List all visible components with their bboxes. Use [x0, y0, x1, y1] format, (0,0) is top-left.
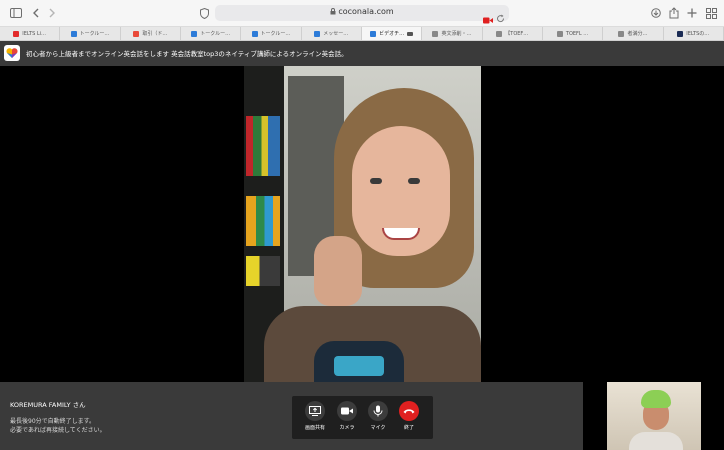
- mic-button[interactable]: マイク: [363, 401, 393, 431]
- screen-share-button[interactable]: 画面共有: [300, 401, 330, 431]
- self-video: [607, 382, 701, 450]
- book-row: [246, 256, 280, 286]
- person-eye: [370, 178, 382, 184]
- call-controls: 画面共有 カメラ マイク 終了: [292, 396, 433, 439]
- person-eye: [408, 178, 420, 184]
- book-row: [246, 196, 280, 246]
- coconala-favicon-icon: [370, 30, 377, 37]
- tab-label: トークルー…: [200, 31, 231, 37]
- screen-share-icon: [305, 401, 325, 421]
- person-smile: [382, 228, 420, 240]
- camera-label: カメラ: [339, 425, 355, 431]
- page-title: 初心者から上級者までオンライン英会話をします 英会話教室top3のネイティブ講師…: [26, 50, 348, 58]
- coconala-logo[interactable]: [4, 45, 20, 61]
- tab-english-correction[interactable]: 英文添削・…: [422, 27, 483, 40]
- thumbs-up-hand: [314, 236, 362, 306]
- call-info-bar: KOREMURA FAMILY さん 最長後90分で自動終了します。 必要であれ…: [0, 382, 583, 450]
- generic-favicon-icon: [496, 30, 503, 37]
- microphone-icon: [368, 401, 388, 421]
- browser-toolbar: coconala.com: [0, 0, 724, 27]
- book-row: [246, 116, 280, 176]
- tab-talkroom-1[interactable]: トークルー…: [60, 27, 121, 40]
- coconala-favicon-icon: [314, 30, 321, 37]
- reconnect-notice: 必要であれば再接続してください。: [10, 427, 106, 434]
- generic-favicon-icon: [677, 30, 684, 37]
- new-tab-icon[interactable]: [686, 4, 698, 22]
- tab-transaction[interactable]: 取引（ド…: [121, 27, 181, 40]
- reload-icon[interactable]: [496, 8, 505, 27]
- generic-favicon-icon: [556, 30, 563, 37]
- lock-icon: [330, 8, 336, 15]
- tab-label: IELTSの…: [686, 31, 710, 37]
- tab-label: ビデオチ…: [379, 31, 405, 37]
- camera-icon: [337, 401, 357, 421]
- privacy-shield-icon[interactable]: [197, 4, 211, 22]
- download-icon[interactable]: [650, 4, 662, 22]
- tab-talkroom-3[interactable]: トークルー…: [241, 27, 302, 40]
- tab-toefl-1[interactable]: 【TOEF…: [483, 27, 543, 40]
- coconala-favicon-icon: [70, 30, 77, 37]
- generic-favicon-icon: [618, 30, 625, 37]
- tshirt-print: [334, 356, 384, 376]
- camera-tab-icon: [407, 31, 414, 36]
- tab-overview-icon[interactable]: [704, 4, 718, 22]
- tab-label: メッセー…: [323, 31, 349, 37]
- tab-label: トークルー…: [260, 31, 291, 37]
- camera-recording-icon[interactable]: [483, 9, 493, 28]
- sidebar-toggle-icon[interactable]: [8, 4, 24, 22]
- tab-toefl-2[interactable]: TOEFL …: [543, 27, 604, 40]
- coconala-favicon-icon: [133, 30, 140, 37]
- remote-video: [244, 66, 481, 382]
- self-shirt: [629, 432, 683, 450]
- end-call-button[interactable]: 終了: [394, 401, 424, 431]
- page-header: 初心者から上級者までオンライン英会話をします 英会話教室top3のネイティブ講師…: [0, 41, 724, 66]
- tab-label: 英文添削・…: [441, 31, 472, 37]
- mic-label: マイク: [370, 425, 386, 431]
- self-hair: [641, 390, 671, 408]
- coconala-logo-icon: [6, 48, 18, 58]
- participant-name: KOREMURA FAMILY さん: [10, 401, 86, 409]
- tab-ielts[interactable]: IELTSの…: [664, 27, 724, 40]
- tab-label: IELTS Li…: [22, 30, 47, 37]
- tab-talkroom-2[interactable]: トークルー…: [181, 27, 242, 40]
- tab-full-score[interactable]: 者満分…: [603, 27, 664, 40]
- tab-label: 【TOEF…: [505, 31, 529, 37]
- tab-bar: IELTS Li… トークルー… 取引（ド… トークルー… トークルー… メッセ…: [0, 27, 724, 41]
- back-icon[interactable]: [30, 4, 42, 22]
- tab-ielts-listening[interactable]: IELTS Li…: [0, 27, 61, 40]
- tab-message[interactable]: メッセー…: [302, 27, 362, 40]
- screen-share-label: 画面共有: [304, 425, 325, 431]
- generic-favicon-icon: [432, 30, 439, 37]
- phone-hangup-icon: [399, 401, 419, 421]
- tab-video-chat[interactable]: ビデオチ…: [361, 27, 423, 40]
- coconala-favicon-icon: [191, 30, 198, 37]
- youtube-favicon-icon: [13, 30, 20, 37]
- address-bar[interactable]: coconala.com: [215, 5, 509, 24]
- url-text: coconala.com: [215, 7, 509, 16]
- end-call-label: 終了: [403, 425, 414, 431]
- tab-label: TOEFL …: [565, 30, 589, 37]
- coconala-favicon-icon: [251, 30, 258, 37]
- auto-end-notice: 最長後90分で自動終了します。: [10, 418, 96, 425]
- tab-label: トークルー…: [79, 31, 110, 37]
- forward-icon[interactable]: [46, 4, 58, 22]
- share-icon[interactable]: [668, 4, 680, 22]
- tab-label: 取引（ド…: [142, 31, 168, 37]
- camera-button[interactable]: カメラ: [332, 401, 362, 431]
- tab-label: 者満分…: [627, 31, 648, 37]
